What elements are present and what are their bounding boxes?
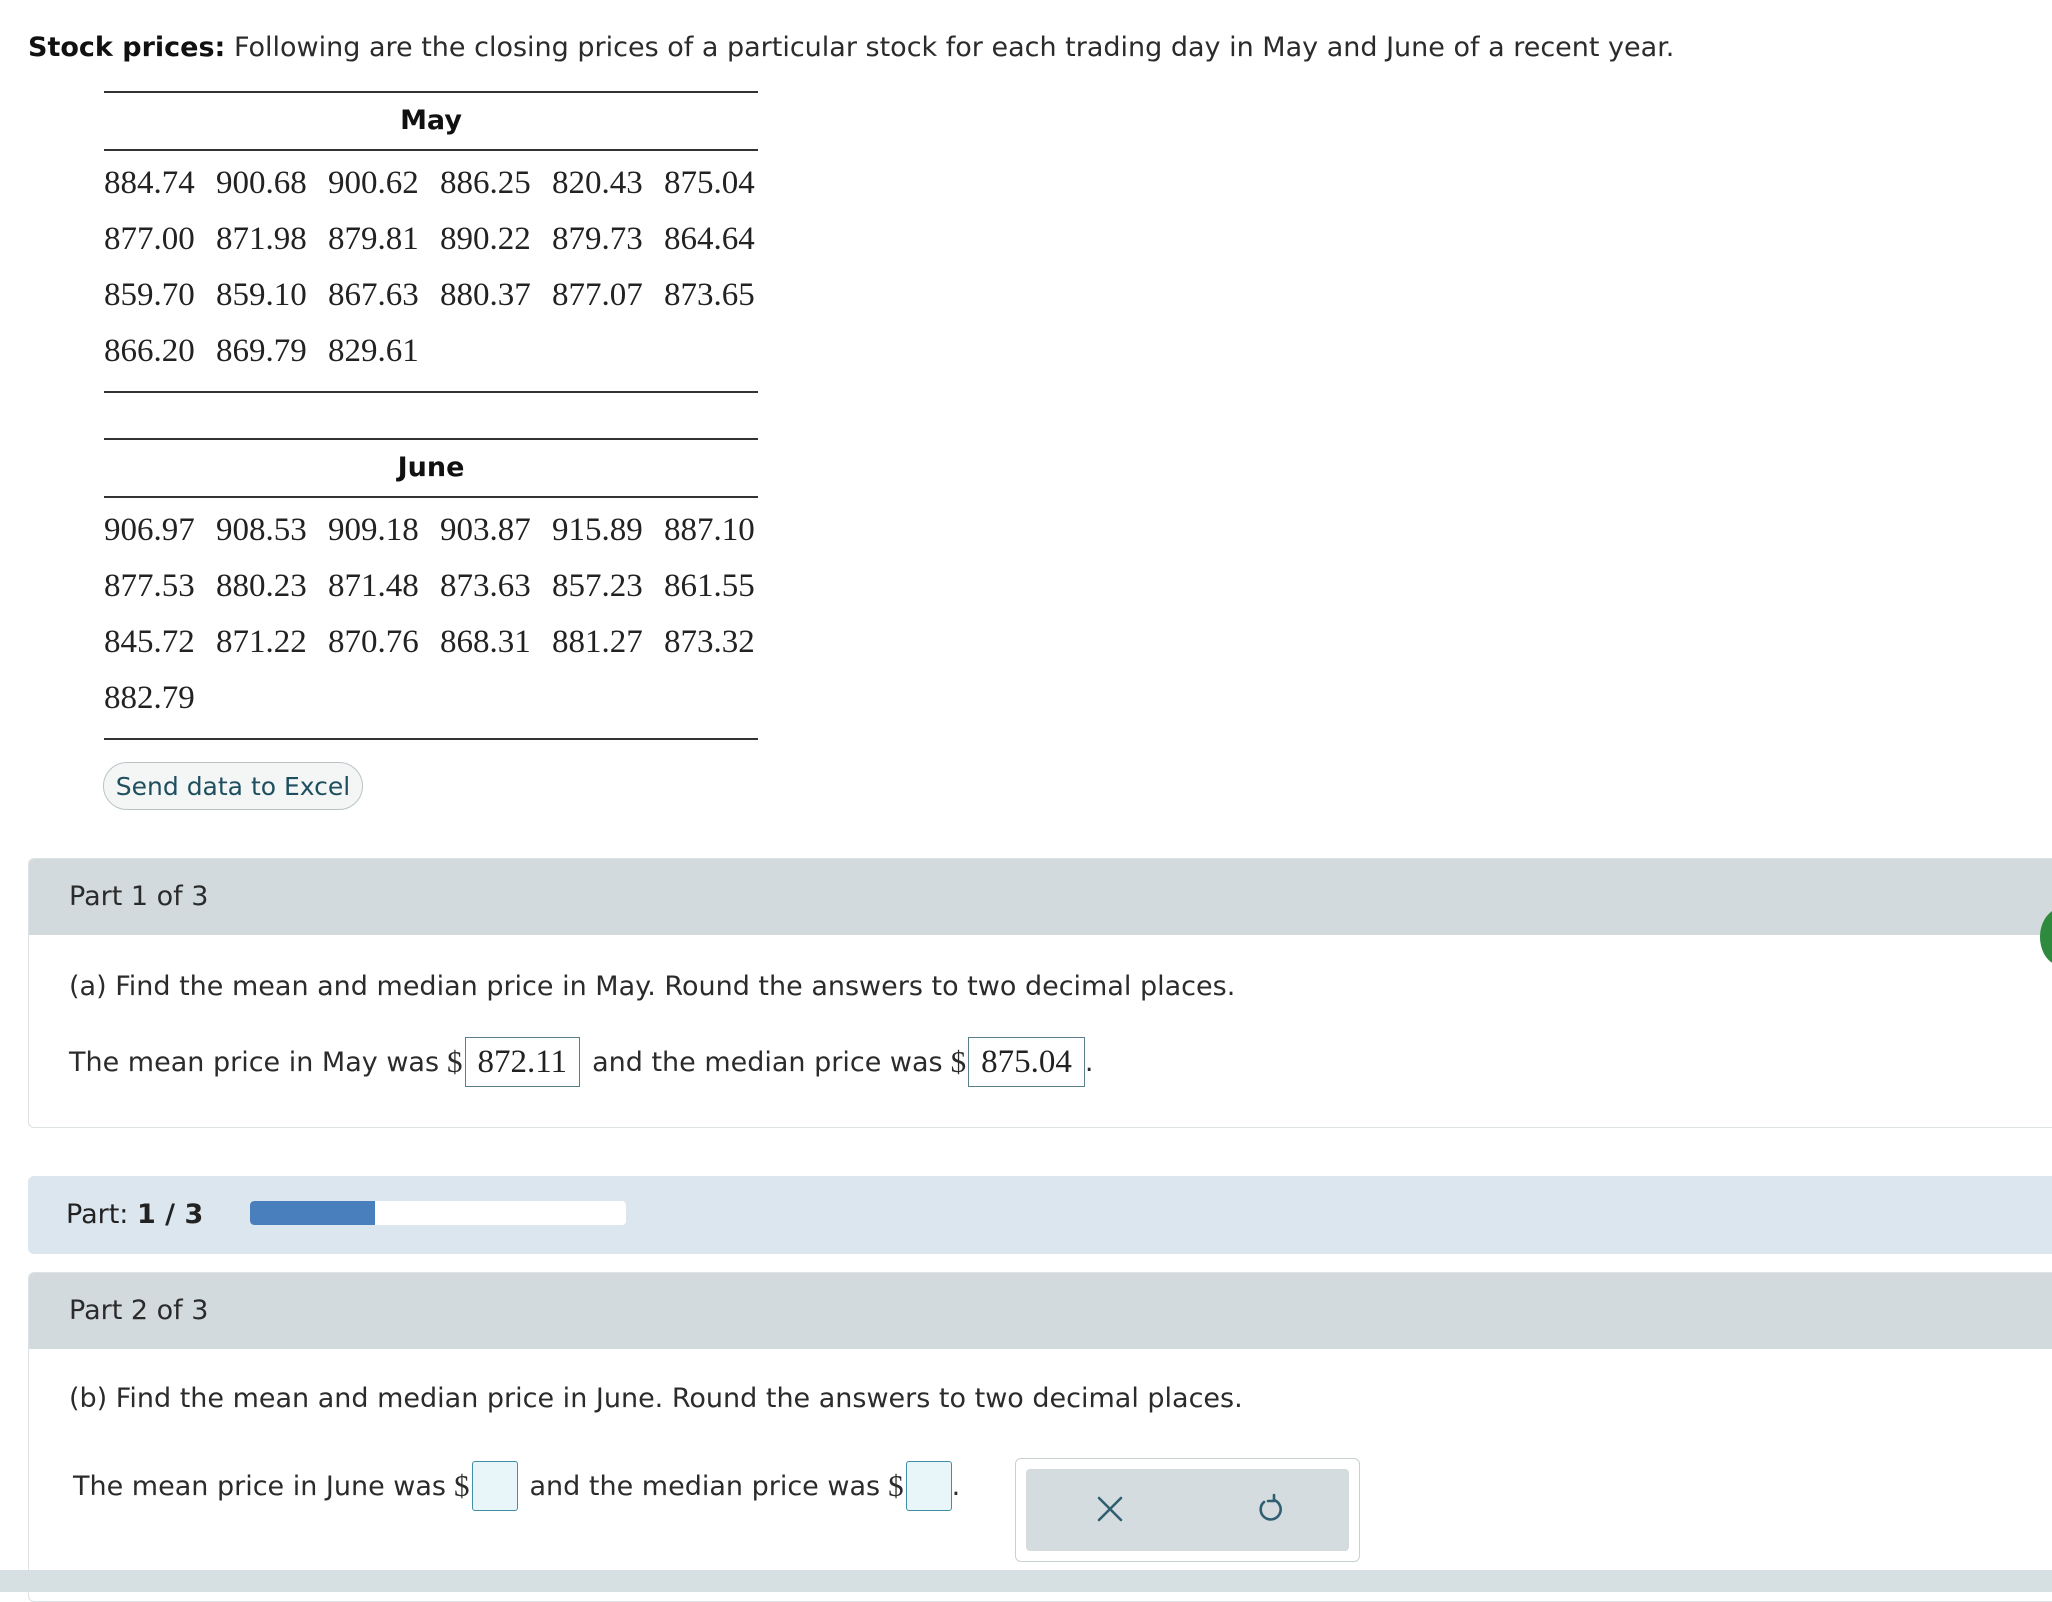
part2-period: . — [951, 1470, 961, 1502]
part1-panel: Part 1 of 3 (a) Find the mean and median… — [28, 858, 2052, 1128]
may-price-cell: 877.00 — [104, 220, 195, 257]
june-table-row: 845.72 871.22 870.76 868.31 881.27 873.32 — [104, 614, 758, 670]
may-price-cell: 867.63 — [328, 276, 419, 313]
may-price-cell: 869.79 — [216, 332, 307, 369]
may-table-body: 884.74 900.68 900.62 886.25 820.43 875.04 877.… — [104, 151, 758, 393]
june-price-cell: 881.27 — [552, 623, 643, 660]
undo-button[interactable] — [1248, 1487, 1292, 1531]
may-price-cell: 879.81 — [328, 220, 419, 257]
june-median-answer-field[interactable] — [905, 1461, 952, 1511]
undo-icon — [1259, 1493, 1282, 1521]
may-price-cell: 884.74 — [104, 164, 195, 201]
june-price-cell: 857.23 — [552, 567, 643, 604]
june-price-cell: 871.22 — [216, 623, 307, 660]
june-price-cell: 882.79 — [104, 679, 195, 716]
intro-label: Stock prices: — [28, 32, 226, 63]
june-table-row: 877.53 880.23 871.48 873.63 857.23 861.55 — [104, 558, 758, 614]
june-price-cell: 906.97 — [104, 511, 195, 548]
may-mean-answer-field[interactable]: 872.11 — [464, 1037, 581, 1087]
part2-question: (b) Find the mean and median price in Ju… — [69, 1383, 1243, 1414]
dollar-sign: $ — [888, 1468, 904, 1503]
may-price-cell: 859.70 — [104, 276, 195, 313]
part1-question: (a) Find the mean and median price in Ma… — [69, 971, 1236, 1002]
june-price-cell: 915.89 — [552, 511, 643, 548]
may-price-cell: 879.73 — [552, 220, 643, 257]
june-price-cell: 877.53 — [104, 567, 195, 604]
may-price-cell: 864.64 — [664, 220, 755, 257]
june-price-cell: 903.87 — [440, 511, 531, 548]
dollar-sign: $ — [447, 1044, 463, 1079]
june-table-row: 882.79 — [104, 670, 758, 726]
part2-mean-prefix: The mean price in June was — [73, 1470, 447, 1502]
problem-intro: Stock prices: Following are the closing … — [28, 28, 1674, 68]
june-price-cell: 880.23 — [216, 567, 307, 604]
page-bottom-bar — [0, 1570, 2052, 1592]
may-price-cell: 873.65 — [664, 276, 755, 313]
may-table-row: 877.00 871.98 879.81 890.22 879.73 864.64 — [104, 211, 758, 267]
may-table-row: 866.20 869.79 829.61 — [104, 323, 758, 379]
progress-panel: Part: 1 / 3 — [28, 1176, 2052, 1254]
may-price-cell: 886.25 — [440, 164, 531, 201]
may-price-cell: 900.68 — [216, 164, 307, 201]
may-price-cell: 829.61 — [328, 332, 419, 369]
progress-value: 1 / 3 — [137, 1199, 204, 1230]
part1-mean-prefix: The mean price in May was — [69, 1046, 440, 1078]
june-price-cell: 845.72 — [104, 623, 195, 660]
may-price-cell: 871.98 — [216, 220, 307, 257]
may-price-cell: 875.04 — [664, 164, 755, 201]
may-price-cell: 890.22 — [440, 220, 531, 257]
dollar-sign: $ — [950, 1044, 967, 1079]
dollar-sign: $ — [454, 1468, 470, 1503]
part1-answer-line: The mean price in May was $ 872.11 and t… — [69, 1037, 1093, 1087]
part1-header: Part 1 of 3 — [29, 859, 2052, 935]
clear-button[interactable] — [1088, 1487, 1132, 1531]
part2-answer-line: The mean price in June was $ and the med… — [73, 1461, 960, 1511]
may-table-row: 859.70 859.10 867.63 880.37 877.07 873.65 — [104, 267, 758, 323]
progress-fill — [250, 1201, 376, 1225]
may-price-cell: 820.43 — [552, 164, 643, 201]
answer-tools-bar — [1026, 1469, 1349, 1551]
june-price-cell: 909.18 — [328, 511, 419, 548]
june-price-cell: 871.48 — [328, 567, 419, 604]
may-median-answer-field[interactable]: 875.04 — [968, 1037, 1085, 1087]
june-price-cell: 870.76 — [328, 623, 419, 660]
may-price-cell: 877.07 — [552, 276, 643, 313]
june-table-title: June — [104, 438, 758, 498]
send-to-excel-button[interactable]: Send data to Excel — [103, 762, 363, 810]
may-table-row: 884.74 900.68 900.62 886.25 820.43 875.04 — [104, 155, 758, 211]
part2-median-prefix: and the median price was — [529, 1470, 881, 1502]
progress-label: Part: 1 / 3 — [66, 1199, 204, 1230]
answer-tools — [1015, 1458, 1360, 1562]
june-price-cell: 873.32 — [664, 623, 755, 660]
intro-text: Following are the closing prices of a pa… — [225, 32, 1675, 63]
may-table-title: May — [104, 91, 758, 151]
part1-median-prefix: and the median price was — [592, 1046, 943, 1078]
june-price-cell: 908.53 — [216, 511, 307, 548]
may-price-cell: 900.62 — [328, 164, 419, 201]
june-price-cell: 868.31 — [440, 623, 531, 660]
may-price-cell: 859.10 — [216, 276, 307, 313]
june-price-cell: 861.55 — [664, 567, 755, 604]
may-price-cell: 880.37 — [440, 276, 531, 313]
june-table-row: 906.97 908.53 909.18 903.87 915.89 887.10 — [104, 502, 758, 558]
june-price-cell: 887.10 — [664, 511, 755, 548]
close-icon — [1097, 1496, 1123, 1522]
june-data-table: June 906.97 908.53 909.18 903.87 915.89 887.1… — [104, 438, 758, 740]
june-table-body: 906.97 908.53 909.18 903.87 915.89 887.10 877.… — [104, 498, 758, 740]
may-price-cell: 866.20 — [104, 332, 195, 369]
may-data-table: May 884.74 900.68 900.62 886.25 820.43 875.04… — [104, 91, 758, 393]
june-mean-answer-field[interactable] — [471, 1461, 518, 1511]
progress-track — [250, 1201, 626, 1225]
part2-header: Part 2 of 3 — [29, 1273, 2052, 1349]
june-price-cell: 873.63 — [440, 567, 531, 604]
part1-period: . — [1084, 1046, 1094, 1078]
